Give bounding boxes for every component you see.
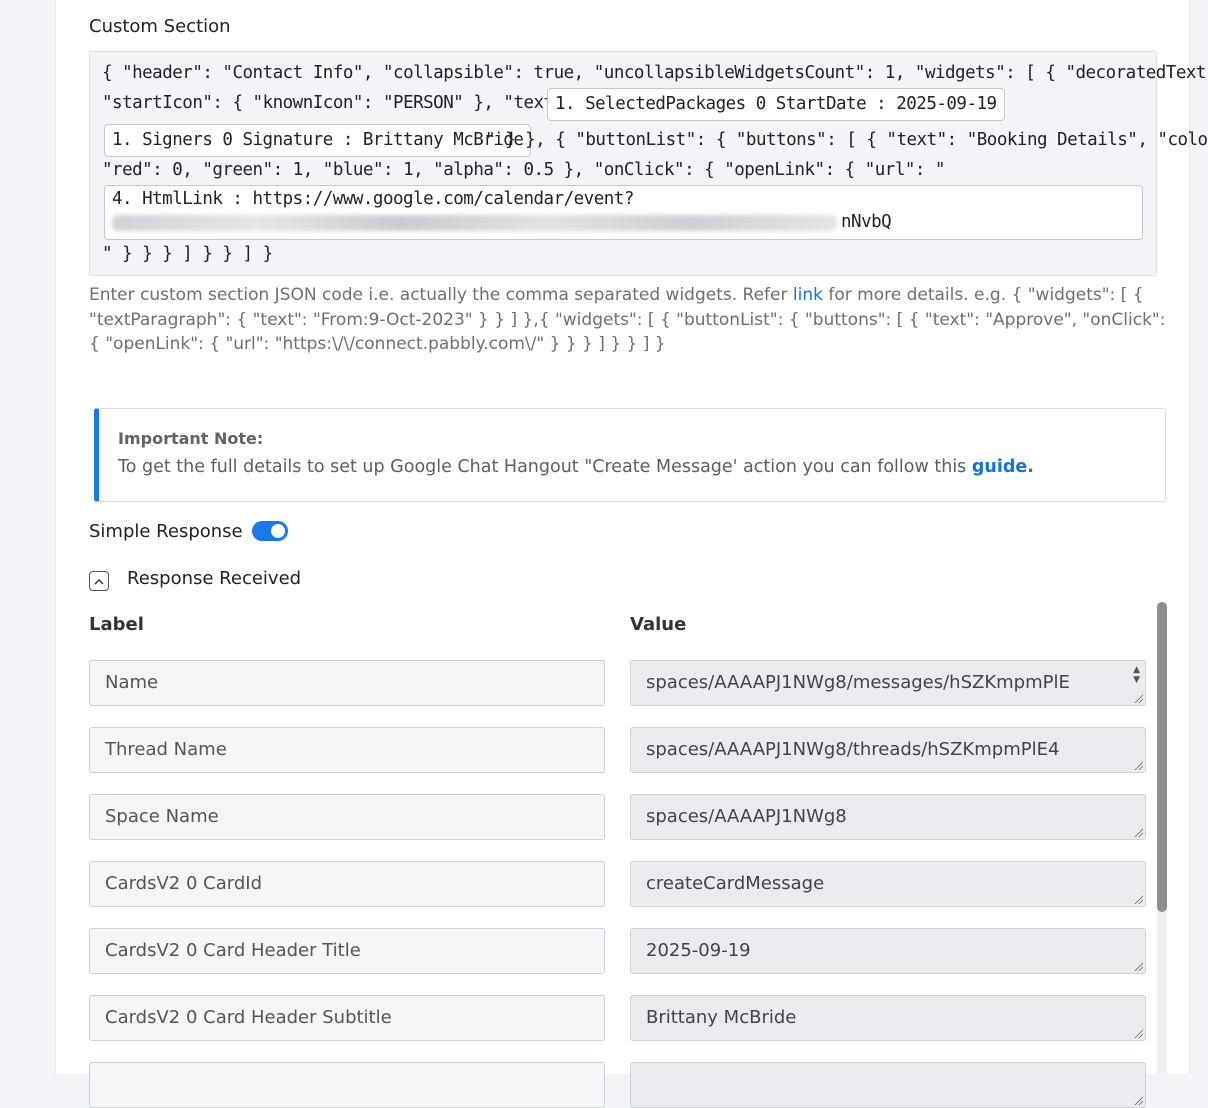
response-value-field[interactable]: spaces/AAAAPJ1NWg8/threads/hSZKmpmPlE4 [630,727,1146,773]
resize-handle-icon[interactable] [1133,827,1143,837]
simple-response-label: Simple Response [89,521,243,542]
response-label-field[interactable]: Thread Name [89,727,605,773]
main-card: Custom Section { "header": "Contact Info… [55,0,1208,1108]
label-column-header: Label [89,614,144,635]
response-value-text: spaces/AAAAPJ1NWg8/messages/hSZKmpmPlE [646,672,1070,693]
response-value-field[interactable] [630,1062,1146,1108]
selected-packages-chip[interactable]: 1. SelectedPackages 0 StartDate : 2025-0… [547,88,1005,121]
note-body: To get the full details to set up Google… [118,457,972,477]
resize-handle-icon[interactable] [1133,1095,1143,1105]
value-column-header: Value [630,614,687,635]
response-value-field[interactable]: 2025-09-19 [630,928,1146,974]
response-value-field[interactable]: Brittany McBride [630,995,1146,1041]
resize-handle-icon[interactable] [1133,760,1143,770]
help-link[interactable]: link [793,285,823,305]
json-dash: - [985,93,996,113]
scroll-arrows-icon[interactable]: ▲ ▼ [1133,665,1140,685]
simple-response-toggle[interactable] [252,521,288,541]
response-received-title: Response Received [127,568,302,589]
html-link-text: 4. HtmlLink : https://www.google.com/cal… [112,189,634,209]
json-line-3: " } }, { "buttonList": { "buttons": [ { … [485,130,1208,150]
help-text-pre: Enter custom section JSON code i.e. actu… [89,285,793,305]
response-value-field[interactable]: createCardMessage [630,861,1146,907]
resize-handle-icon[interactable] [1133,894,1143,904]
note-title: Important Note: [118,429,264,448]
response-value-text: spaces/AAAAPJ1NWg8 [646,806,847,827]
resize-handle-icon[interactable] [1133,1028,1143,1038]
response-label-field[interactable]: Space Name [89,794,605,840]
response-value-field[interactable]: spaces/AAAAPJ1NWg8/messages/hSZKmpmPlE ▲ ▼ [630,660,1146,706]
note-text: To get the full details to set up Google… [118,457,1034,477]
json-line-1: { "header": "Contact Info", "collapsible… [102,63,1208,83]
response-value-text: createCardMessage [646,873,825,894]
html-link-tail: nNvbQ [841,212,892,232]
response-label-field[interactable]: CardsV2 0 CardId [89,861,605,907]
json-line-2: "startIcon": { "knownIcon": "PERSON" }, … [102,93,594,113]
important-note-box: Important Note: To get the full details … [94,408,1166,502]
resize-handle-icon[interactable] [1133,693,1143,703]
resize-handle-icon[interactable] [1133,961,1143,971]
custom-section-title: Custom Section [89,16,231,37]
custom-section-json-editor[interactable]: { "header": "Contact Info", "collapsible… [89,51,1208,276]
chevron-up-icon[interactable] [89,571,109,591]
html-link-chip[interactable]: 4. HtmlLink : https://www.google.com/cal… [104,185,1143,240]
response-label-field[interactable]: Name [89,660,605,706]
scrollbar-thumb[interactable] [1157,602,1167,912]
response-label-field[interactable]: CardsV2 0 Card Header Title [89,928,605,974]
response-value-text: 2025-09-19 [646,940,751,961]
json-line-5: " } } } ] } } ] } [102,244,273,264]
response-label-field[interactable] [89,1062,605,1108]
custom-section-help-text: Enter custom section JSON code i.e. actu… [89,283,1169,357]
redacted-url [112,215,837,231]
response-value-text: spaces/AAAAPJ1NWg8/threads/hSZKmpmPlE4 [646,739,1060,760]
guide-link[interactable]: guide. [972,457,1034,477]
signers-chip[interactable]: 1. Signers 0 Signature : Brittany McBrid… [104,124,532,157]
response-value-field[interactable]: spaces/AAAAPJ1NWg8 [630,794,1146,840]
toggle-knob [271,524,285,538]
response-label-field[interactable]: CardsV2 0 Card Header Subtitle [89,995,605,1041]
json-line-4: "red": 0, "green": 1, "blue": 1, "alpha"… [102,160,946,180]
response-value-text: Brittany McBride [646,1007,797,1028]
